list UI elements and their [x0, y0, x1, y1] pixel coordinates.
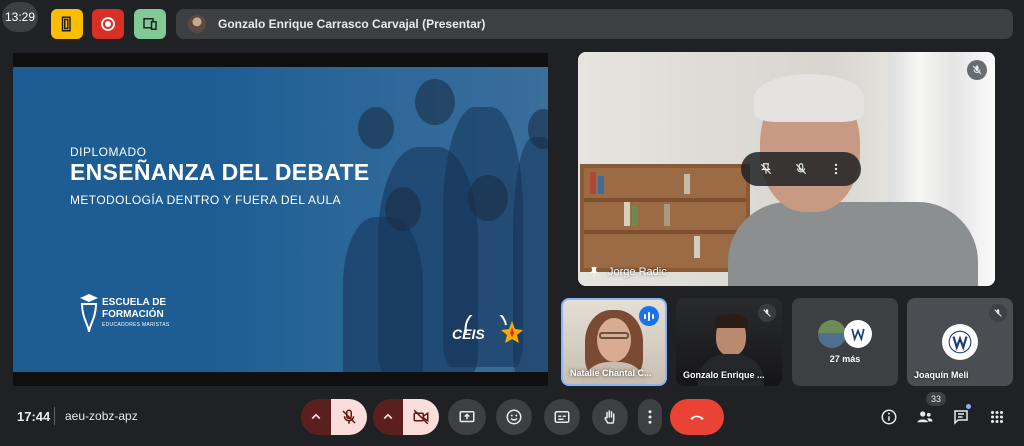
crest-icon — [851, 328, 865, 342]
microphone-toggle[interactable] — [331, 399, 367, 435]
participant-tile[interactable]: Joaquín Meli — [907, 298, 1013, 386]
end-call-icon — [690, 415, 704, 420]
slide-title: ENSEÑANZA DEL DEBATE — [70, 159, 370, 185]
chevron-up-icon — [311, 413, 321, 420]
mic-off-icon — [342, 409, 356, 424]
meeting-time: 17:44 — [17, 409, 51, 424]
devices-icon — [143, 18, 157, 30]
people-count-badge: 33 — [926, 392, 946, 406]
school-logo: ESCUELA DE FORMACIÓN EDUCADORES MARISTAS — [78, 290, 178, 338]
door-app-button[interactable] — [51, 9, 83, 39]
activities-icon — [991, 411, 1003, 423]
more-options-button[interactable] — [638, 399, 662, 435]
tile-more-button[interactable] — [825, 158, 847, 180]
mic-off-icon — [994, 309, 1002, 317]
people-button[interactable] — [913, 405, 937, 429]
slide-eyebrow: DIPLOMADO — [70, 145, 147, 159]
mic-off-icon — [795, 163, 807, 175]
more-vert-icon — [834, 163, 837, 175]
record-icon — [101, 17, 115, 31]
presenter-name: Gonzalo Enrique Carrasco Carvajal (Prese… — [218, 17, 486, 31]
participant-tile[interactable]: Natalie Chantal C... — [561, 298, 667, 386]
raise-hand-button[interactable] — [592, 399, 628, 435]
devices-app-button[interactable] — [134, 9, 166, 39]
participant-muted-indicator — [989, 304, 1007, 322]
slide-subtitle: METODOLOGÍA DENTRO Y FUERA DEL AULA — [70, 193, 341, 207]
door-icon — [61, 16, 71, 32]
captions-icon — [554, 411, 570, 423]
mic-off-icon — [763, 309, 771, 317]
avatar — [188, 15, 206, 33]
pin-off-icon — [761, 163, 772, 175]
chevron-up-icon — [383, 413, 393, 420]
camera-toggle[interactable] — [403, 399, 439, 435]
more-vert-icon — [648, 410, 652, 424]
reactions-button[interactable] — [496, 399, 532, 435]
participant-tile[interactable]: Gonzalo Enrique ... — [676, 298, 782, 386]
avatar — [818, 320, 846, 348]
tile-muted-indicator — [967, 60, 987, 80]
people-icon — [917, 411, 933, 423]
leave-call-button[interactable] — [670, 399, 724, 435]
speaking-indicator — [639, 306, 659, 326]
presenter-bar[interactable]: Gonzalo Enrique Carrasco Carvajal (Prese… — [176, 9, 1013, 39]
main-participant-label: Jorge Radic — [588, 266, 667, 278]
activities-button[interactable] — [985, 405, 1009, 429]
divider — [54, 407, 55, 425]
mute-participant-button[interactable] — [790, 158, 812, 180]
logo-line-1: ESCUELA DE — [102, 297, 167, 308]
chat-notification-dot — [966, 404, 971, 409]
mic-off-icon — [972, 65, 982, 75]
present-now-button[interactable] — [448, 399, 486, 435]
camera-off-icon — [413, 409, 429, 425]
record-app-button[interactable] — [92, 9, 124, 39]
audio-options-button[interactable] — [301, 399, 331, 435]
ceis-text: CEIS — [452, 326, 485, 342]
participant-name: Gonzalo Enrique ... — [683, 370, 765, 380]
logo-line-3: EDUCADORES MARISTAS — [102, 322, 170, 328]
hand-icon — [604, 410, 615, 424]
emoji-icon — [506, 409, 522, 425]
school-crest-icon — [80, 294, 98, 333]
participant-name: Joaquín Meli — [914, 370, 969, 380]
avatar — [942, 324, 978, 360]
main-participant-tile[interactable]: Jorge Radic — [578, 52, 995, 286]
tile-hover-controls — [741, 152, 861, 186]
unpin-button[interactable] — [755, 158, 777, 180]
participant-name: Natalie Chantal C... — [570, 368, 652, 378]
video-options-button[interactable] — [373, 399, 403, 435]
meeting-code: aeu-zobz-apz — [65, 409, 138, 423]
presentation-screen: DIPLOMADO ENSEÑANZA DEL DEBATE METODOLOG… — [13, 53, 548, 386]
main-participant-name: Jorge Radic — [608, 266, 667, 278]
logo-line-2: FORMACIÓN — [102, 309, 164, 320]
participant-muted-indicator — [758, 304, 776, 322]
ceis-logo: CEIS — [446, 315, 526, 351]
meeting-details-button[interactable] — [877, 405, 901, 429]
slide-background: DIPLOMADO ENSEÑANZA DEL DEBATE METODOLOG… — [13, 67, 548, 372]
captions-button[interactable] — [544, 399, 580, 435]
pin-icon — [590, 267, 598, 277]
present-icon — [459, 411, 475, 423]
info-icon — [881, 409, 897, 425]
chat-icon — [954, 410, 968, 425]
clock-badge: 13:29 — [2, 2, 38, 32]
more-participants-tile[interactable]: 27 más — [792, 298, 898, 386]
crest-icon — [948, 330, 972, 354]
avatar — [844, 320, 872, 348]
more-participants-count: 27 más — [829, 354, 861, 364]
